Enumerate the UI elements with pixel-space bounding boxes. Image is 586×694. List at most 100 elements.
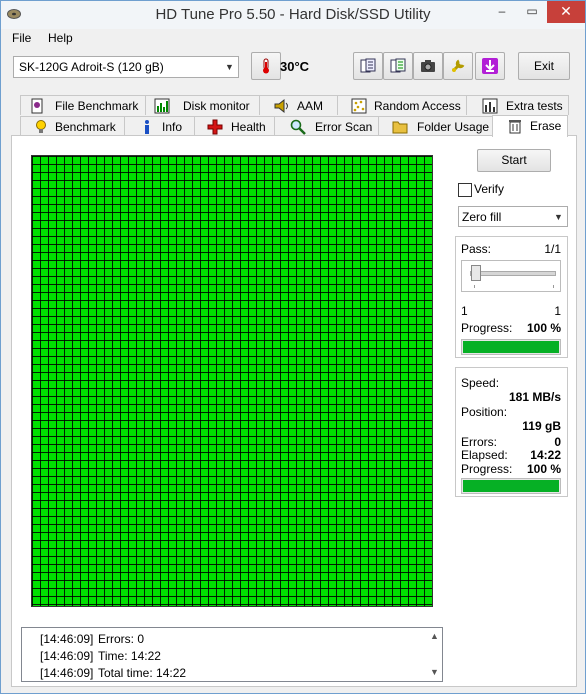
- close-button[interactable]: ✕: [547, 1, 585, 23]
- log-scrollbar[interactable]: ▲ ▼: [426, 628, 442, 681]
- slider-ticks: [474, 285, 554, 288]
- tab-disk-monitor[interactable]: Disk monitor: [145, 95, 260, 115]
- tab-file-benchmark[interactable]: File Benchmark: [20, 95, 146, 115]
- pass-label: Pass:: [461, 242, 492, 256]
- speed-label: Speed:: [461, 376, 500, 390]
- folder-icon: [392, 121, 408, 134]
- minimize-button[interactable]: –: [487, 1, 517, 23]
- slider-thumb[interactable]: [471, 265, 481, 281]
- tab-label: Random Access: [374, 99, 461, 113]
- tab-label: Extra tests: [506, 99, 563, 113]
- tab-random-access[interactable]: Random Access: [337, 95, 467, 115]
- tab-label: Health: [231, 120, 266, 134]
- title-bar[interactable]: HD Tune Pro 5.50 - Hard Disk/SSD Utility…: [1, 1, 585, 29]
- thermometer-icon: [263, 58, 269, 74]
- log-row: [14:46:09] Total time: 14:22: [40, 666, 186, 680]
- maximize-button[interactable]: ▭: [517, 1, 547, 23]
- log-list[interactable]: [14:46:09] Errors: 0 [14:46:09] Time: 14:2…: [21, 627, 443, 682]
- erase-method-value: Zero fill: [462, 210, 502, 224]
- options-button[interactable]: [443, 52, 473, 80]
- random-access-icon: [351, 98, 367, 114]
- wrench-icon: [451, 59, 465, 73]
- copy-all-button[interactable]: [383, 52, 413, 80]
- copy-info-button[interactable]: [353, 52, 383, 80]
- log-row: [14:46:09] Errors: 0: [40, 632, 144, 646]
- speed-value: 181 MB/s: [508, 390, 561, 404]
- drive-select[interactable]: SK-120G Adroit-S (120 gB) ▼: [13, 56, 239, 78]
- disk-monitor-icon: [154, 98, 170, 114]
- chevron-down-icon: ▼: [554, 212, 563, 222]
- slider-track: [470, 271, 556, 276]
- scroll-up-icon[interactable]: ▲: [430, 631, 439, 641]
- health-cross-icon: [207, 119, 223, 135]
- screenshot-button[interactable]: [413, 52, 443, 80]
- speaker-icon: [274, 98, 288, 114]
- errors-label: Errors:: [461, 435, 497, 449]
- pass-slider[interactable]: [461, 260, 561, 292]
- tab-folder-usage[interactable]: Folder Usage: [378, 116, 493, 136]
- log-text: Total time: 14:22: [98, 666, 187, 680]
- log-time: [14:46:09]: [40, 649, 94, 663]
- chevron-down-icon: ▼: [225, 62, 234, 72]
- progress-label-2: Progress:: [461, 462, 513, 476]
- pass-progress-bar: [461, 339, 561, 355]
- menu-help[interactable]: Help: [48, 31, 73, 45]
- pass-progress-fill: [463, 341, 559, 353]
- tab-benchmark[interactable]: Benchmark: [20, 116, 125, 136]
- tab-label: File Benchmark: [55, 99, 139, 113]
- position-label: Position:: [461, 405, 508, 419]
- erase-method-select[interactable]: Zero fill ▼: [458, 206, 568, 227]
- log-text: Time: 14:22: [98, 649, 161, 663]
- menu-bar: File Help: [1, 29, 585, 47]
- magnifier-icon: [290, 119, 306, 135]
- camera-icon: [421, 60, 435, 72]
- scroll-down-icon[interactable]: ▼: [430, 667, 439, 677]
- overall-progress-bar: [461, 478, 561, 494]
- exit-button[interactable]: Exit: [518, 52, 570, 80]
- slider-min-label: 1: [461, 304, 468, 318]
- log-text: Errors: 0: [98, 632, 145, 646]
- trash-icon: [509, 120, 521, 134]
- elapsed-value: 14:22: [530, 448, 561, 462]
- tab-info[interactable]: Info: [124, 116, 195, 136]
- start-button[interactable]: Start: [477, 149, 551, 172]
- log-time: [14:46:09]: [40, 632, 94, 646]
- tab-health[interactable]: Health: [194, 116, 275, 136]
- copy-all-icon: [390, 58, 406, 73]
- app-window: HD Tune Pro 5.50 - Hard Disk/SSD Utility…: [0, 0, 586, 694]
- progress-value: 100 %: [526, 321, 561, 335]
- toolbar: SK-120G Adroit-S (120 gB) ▼ 30°C Exit: [1, 47, 585, 91]
- pass-value: 1/1: [544, 242, 561, 256]
- copy-text-icon: [360, 58, 376, 73]
- menu-file[interactable]: File: [12, 31, 31, 45]
- tab-label: Benchmark: [55, 120, 116, 134]
- tab-error-scan[interactable]: Error Scan: [274, 116, 379, 136]
- tab-label: Folder Usage: [417, 120, 490, 134]
- progress-value-2: 100 %: [526, 462, 561, 476]
- errors-value: 0: [554, 435, 561, 449]
- pass-group: Pass: 1/1 1 1 Progress: 100 %: [455, 236, 568, 358]
- drive-select-value: SK-120G Adroit-S (120 gB): [19, 60, 164, 74]
- stats-group: Speed: 181 MB/s Position: 119 gB Errors:…: [455, 367, 568, 497]
- tab-extra-tests[interactable]: Extra tests: [466, 95, 569, 115]
- tab-label: Error Scan: [315, 120, 373, 134]
- temperature-readout: 30°C: [280, 59, 310, 74]
- file-benchmark-icon: [31, 98, 43, 114]
- lightbulb-icon: [36, 120, 46, 133]
- temperature-button[interactable]: [251, 52, 281, 80]
- verify-label[interactable]: Verify: [474, 182, 504, 196]
- erase-panel: Start Verify Zero fill ▼ Pass: 1/1 1 1 P…: [11, 135, 577, 687]
- verify-checkbox[interactable]: [458, 183, 472, 197]
- tab-label: Erase: [530, 119, 562, 133]
- download-arrow-icon: [482, 58, 498, 74]
- tab-label: AAM: [297, 99, 324, 113]
- overall-progress-fill: [463, 480, 559, 492]
- position-value: 119 gB: [522, 419, 561, 433]
- tab-erase[interactable]: Erase: [492, 115, 568, 137]
- erase-block-map: [31, 155, 433, 607]
- info-icon: [145, 120, 149, 134]
- elapsed-label: Elapsed:: [461, 448, 508, 462]
- tab-aam[interactable]: AAM: [259, 95, 338, 115]
- extra-tests-icon: [482, 98, 498, 114]
- save-button[interactable]: [475, 52, 505, 80]
